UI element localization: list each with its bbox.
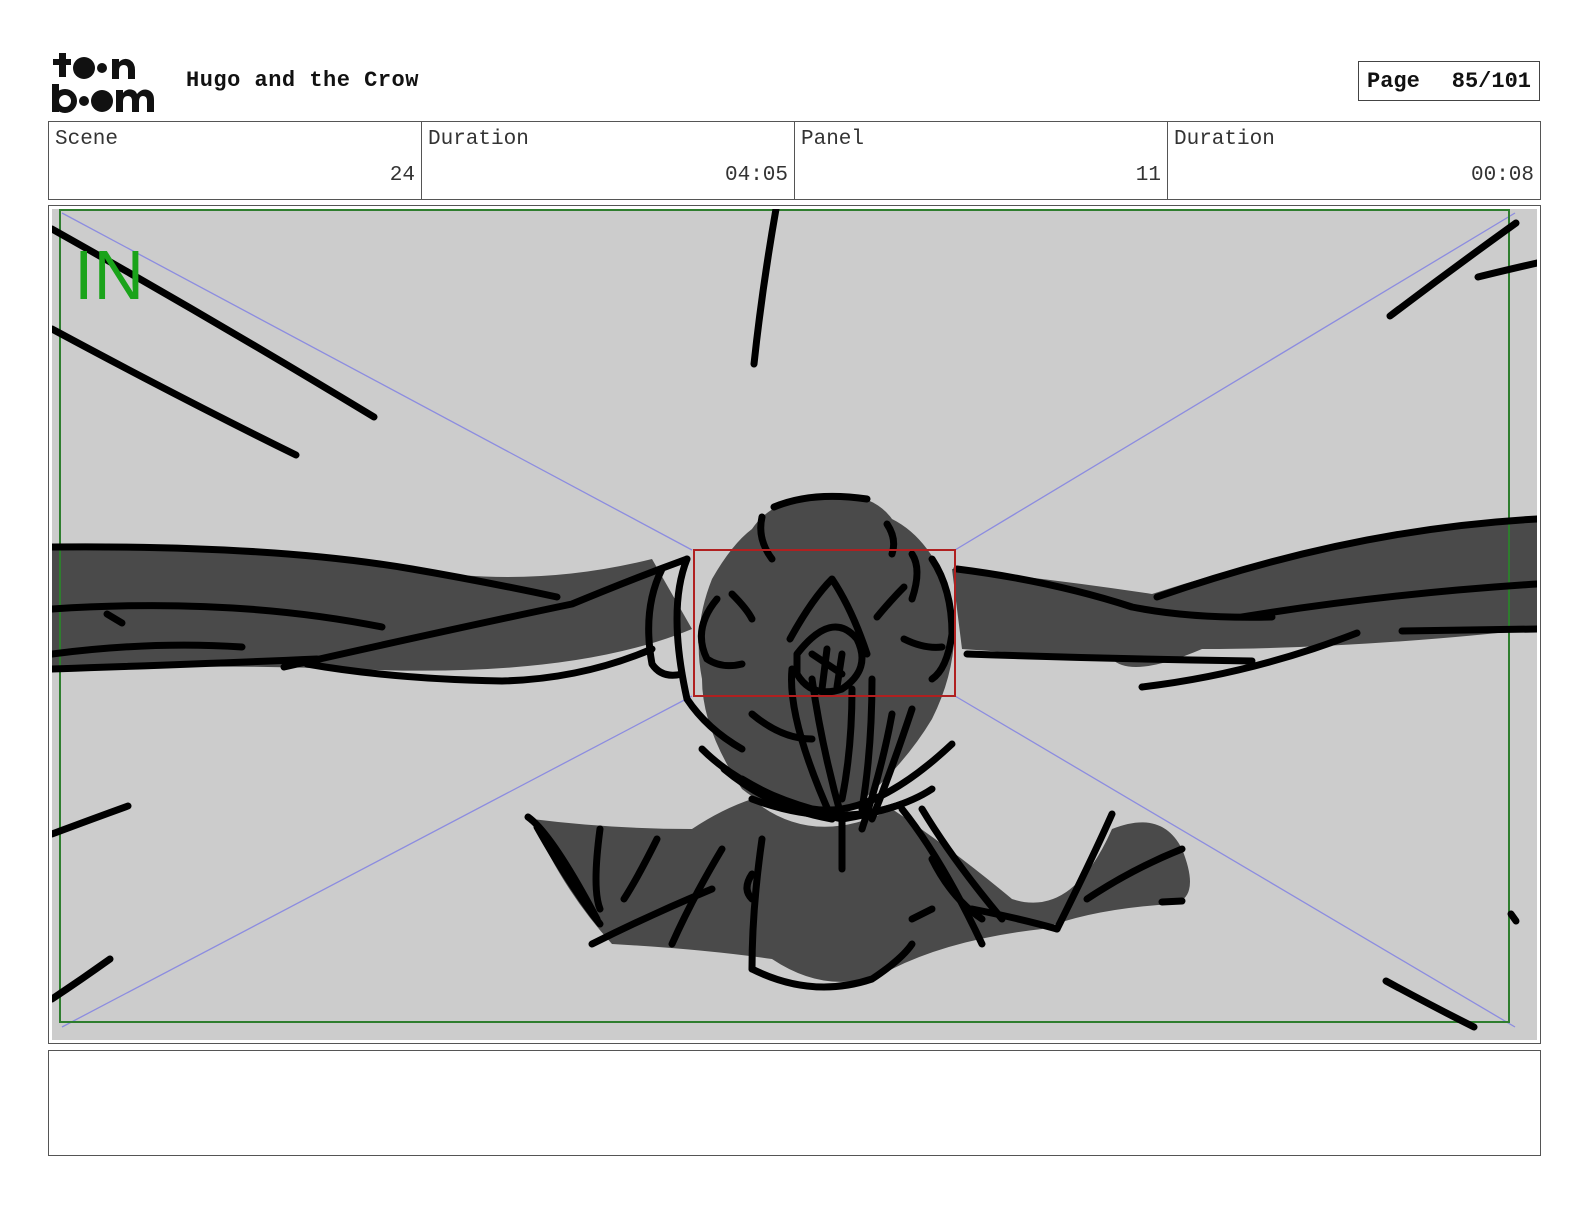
scene-label: Scene	[55, 128, 119, 151]
panel-notes-box	[48, 1050, 1541, 1156]
page-label: Page	[1367, 68, 1420, 94]
scene-duration-label: Duration	[428, 128, 529, 151]
panel-cell: Panel 11	[795, 122, 1168, 199]
panel-number: 11	[1135, 164, 1161, 187]
scene-cell: Scene 24	[49, 122, 422, 199]
storyboard-panel-image: IN	[48, 205, 1541, 1040]
panel-label: Panel	[801, 128, 865, 151]
scene-duration-value: 04:05	[724, 164, 788, 187]
page-number: 85/101	[1451, 68, 1531, 94]
in-marker: IN	[74, 236, 144, 314]
scene-info-table: Scene 24 Duration 04:05 Panel 11 Duratio…	[48, 121, 1541, 200]
project-title: Hugo and the Crow	[186, 68, 419, 93]
panel-duration-cell: Duration 00:08	[1168, 122, 1540, 199]
toon-boom-logo	[50, 50, 166, 114]
scene-number: 24	[389, 164, 415, 187]
page-indicator: Page 85/101	[1358, 61, 1540, 101]
scene-duration-cell: Duration 04:05	[422, 122, 795, 199]
panel-duration-label: Duration	[1174, 128, 1275, 151]
panel-duration-value: 00:08	[1470, 164, 1534, 187]
